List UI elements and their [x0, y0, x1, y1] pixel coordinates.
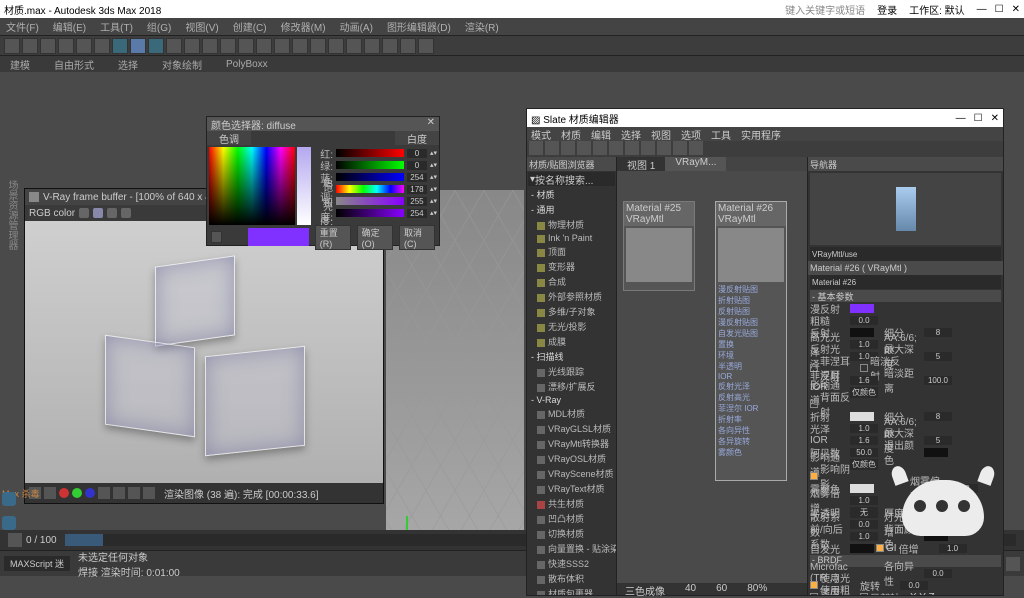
- node-canvas[interactable]: Material #25VRayMtl Material #26VRayMtl …: [617, 171, 807, 583]
- search-hint[interactable]: 键入关键字或短语: [785, 2, 865, 17]
- eyedropper-icon[interactable]: [211, 231, 222, 243]
- shield-icon[interactable]: [2, 516, 16, 530]
- current-color-swatch: [248, 228, 309, 246]
- whiteness-slider[interactable]: [297, 147, 311, 225]
- viewport-label: 场景资源管理器: [4, 180, 19, 250]
- parameter-header: Material #26 ( VRayMtl ): [808, 261, 1003, 275]
- vfb-icon: [29, 192, 39, 202]
- search-input[interactable]: 按名称搜索...: [535, 172, 593, 187]
- ok-button[interactable]: 确定(O): [357, 225, 393, 250]
- tool-icon[interactable]: [4, 38, 20, 54]
- channel-b-icon[interactable]: [85, 488, 95, 498]
- channel-r-icon[interactable]: [59, 488, 69, 498]
- hue-field[interactable]: [209, 147, 295, 225]
- timeline-toggle-icon[interactable]: [8, 533, 22, 547]
- render-status: 渲染图像 (38 遍): 完成 [00:00:33.6]: [164, 486, 319, 501]
- main-menubar: 文件(F)编辑(E)工具(T)组(G)视图(V)创建(C)修改器(M)动画(A)…: [0, 18, 1024, 36]
- navigator-preview[interactable]: [810, 173, 1001, 245]
- maximize-icon[interactable]: ☐: [995, 4, 1004, 15]
- ribbon-tabs: 建模 自由形式 选择 对象绘制 PolyBoxx: [0, 56, 1024, 72]
- slate-icon: ▨: [531, 115, 540, 126]
- app-title: 材质.max - Autodesk 3ds Max 2018: [4, 2, 161, 17]
- app-titlebar: 材质.max - Autodesk 3ds Max 2018 键入关键字或短语 …: [0, 0, 1024, 18]
- cloud-icon[interactable]: [2, 492, 16, 506]
- close-icon[interactable]: ✕: [1012, 4, 1020, 15]
- material-node-26[interactable]: Material #26VRayMtl 漫反射贴图折射贴图反射贴图漫反射贴图自发…: [715, 201, 787, 481]
- channel-g-icon[interactable]: [72, 488, 82, 498]
- cancel-button[interactable]: 取消(C): [399, 225, 435, 250]
- main-toolbar: [0, 36, 1024, 56]
- render-output: [25, 221, 383, 483]
- minimize-icon[interactable]: —: [977, 4, 987, 15]
- material-node-25[interactable]: Material #25VRayMtl: [623, 201, 695, 291]
- login-link[interactable]: 登录: [877, 2, 897, 17]
- workspace-label[interactable]: 工作区: 默认: [909, 2, 965, 17]
- vfb-title: V-Ray frame buffer - [100% of 640 x 480]: [43, 192, 225, 203]
- maxscript-label[interactable]: MAXScript 迷: [4, 556, 70, 571]
- material-preview: [626, 228, 692, 282]
- vfb-mode[interactable]: RGB color: [29, 208, 75, 219]
- color-picker-dialog: 颜色选择器: diffuse✕ 色调白度 红:0▴▾绿:0▴▾蓝:254▴▾色调…: [206, 116, 440, 246]
- close-icon[interactable]: ✕: [427, 117, 435, 131]
- reset-button[interactable]: 重置(R): [315, 225, 351, 250]
